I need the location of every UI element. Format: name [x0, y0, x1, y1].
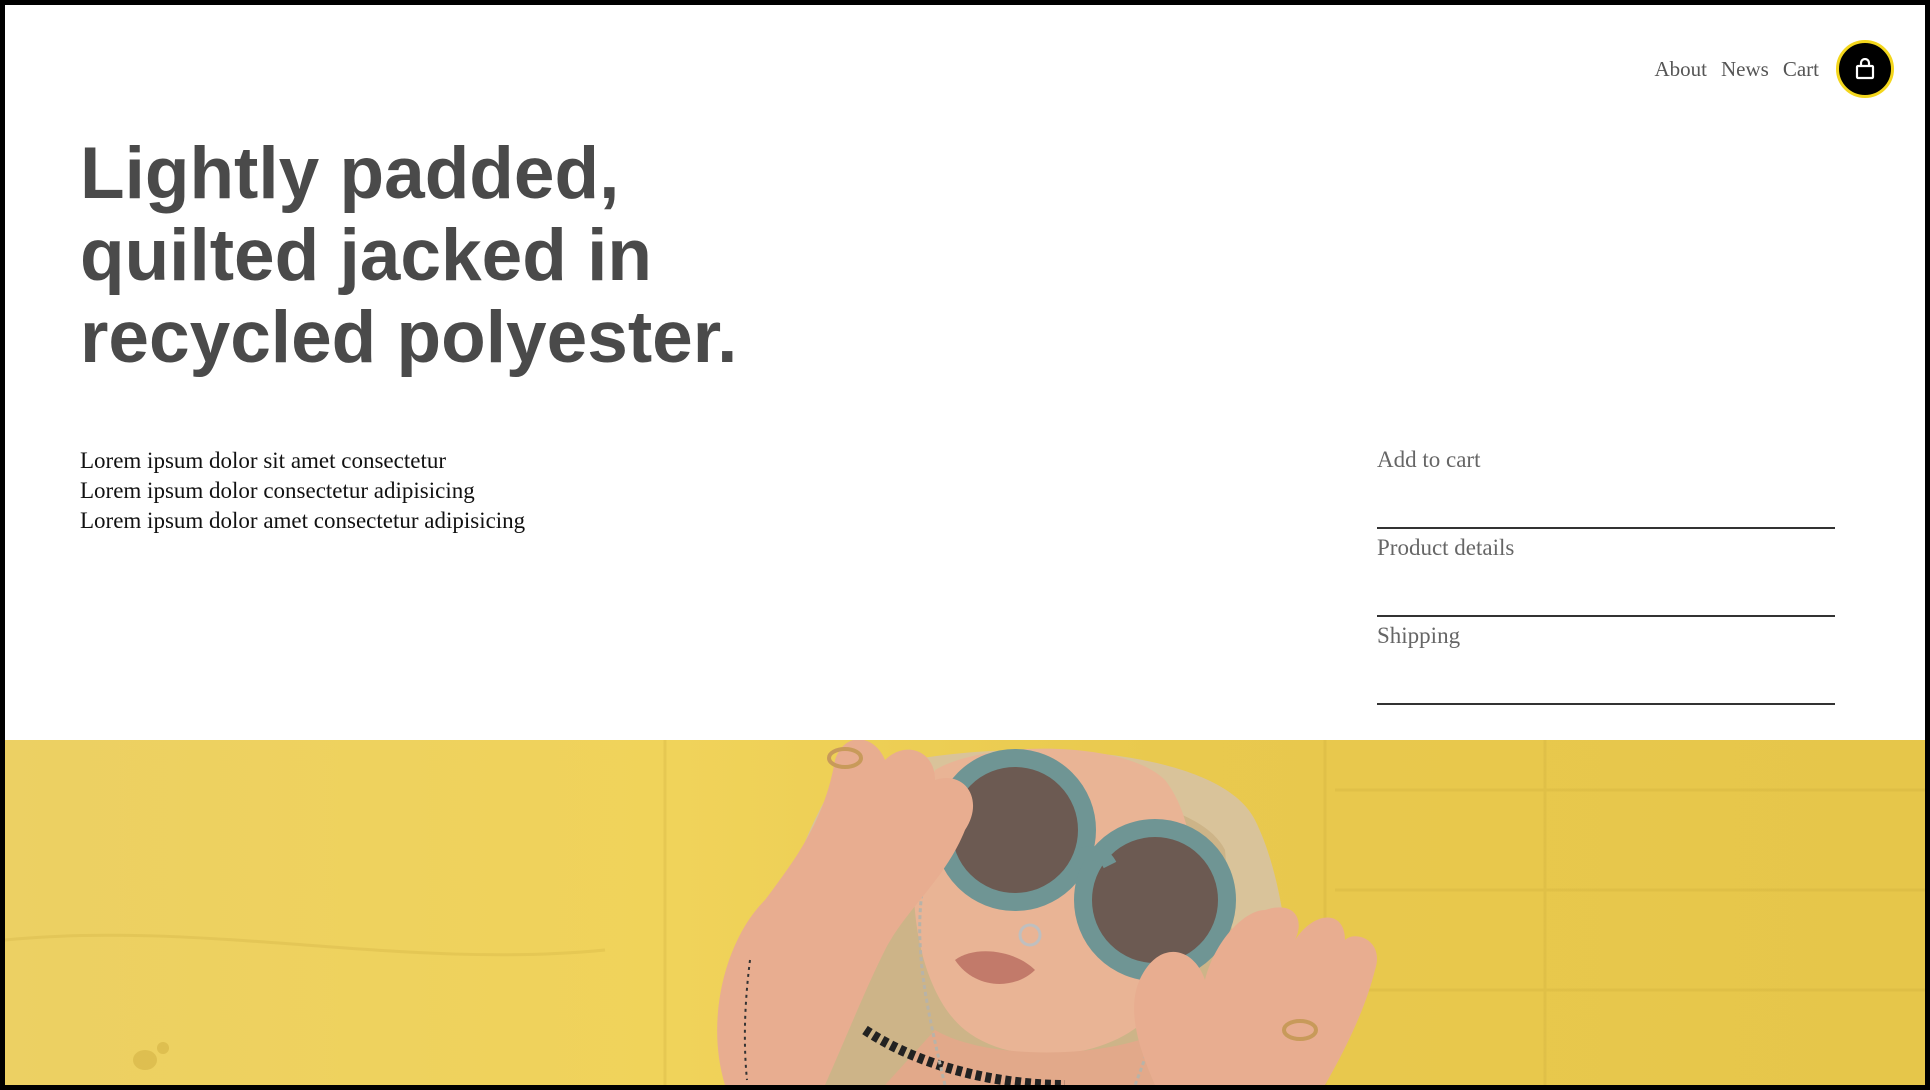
description-line: Lorem ipsum dolor consectetur adipisicin…	[80, 478, 475, 503]
product-title-line: recycled polyester.	[80, 297, 738, 378]
hero-photo-illustration	[5, 740, 1925, 1085]
description-line: Lorem ipsum dolor sit amet consectetur	[80, 448, 446, 473]
cart-bag-button[interactable]	[1836, 40, 1894, 98]
accordion-item-add-to-cart[interactable]: Add to cart	[1377, 441, 1835, 529]
product-title-line: quilted jacked in	[80, 215, 652, 296]
shopping-bag-icon	[1855, 58, 1875, 80]
page: About News Cart Lightly padded, quilted …	[5, 5, 1925, 1085]
accordion-item-product-details[interactable]: Product details	[1377, 529, 1835, 617]
product-title: Lightly padded, quilted jacked in recycl…	[80, 133, 840, 379]
accordion-item-shipping[interactable]: Shipping	[1377, 617, 1835, 705]
accordion-item-label: Product details	[1377, 535, 1515, 560]
accordion-item-label: Shipping	[1377, 623, 1461, 648]
hero-photo	[5, 740, 1925, 1085]
description-line: Lorem ipsum dolor amet consectetur adipi…	[80, 508, 526, 533]
product-description: Lorem ipsum dolor sit amet consectetur L…	[80, 446, 525, 536]
nav-link-news[interactable]: News	[1721, 57, 1769, 82]
nav-link-about[interactable]: About	[1655, 57, 1708, 82]
product-title-line: Lightly padded,	[80, 133, 620, 214]
accordion-item-label: Add to cart	[1377, 447, 1481, 472]
nav-link-cart[interactable]: Cart	[1783, 57, 1819, 82]
product-accordion: Add to cart Product details Shipping	[1377, 441, 1835, 705]
top-nav: About News Cart	[1655, 40, 1894, 98]
